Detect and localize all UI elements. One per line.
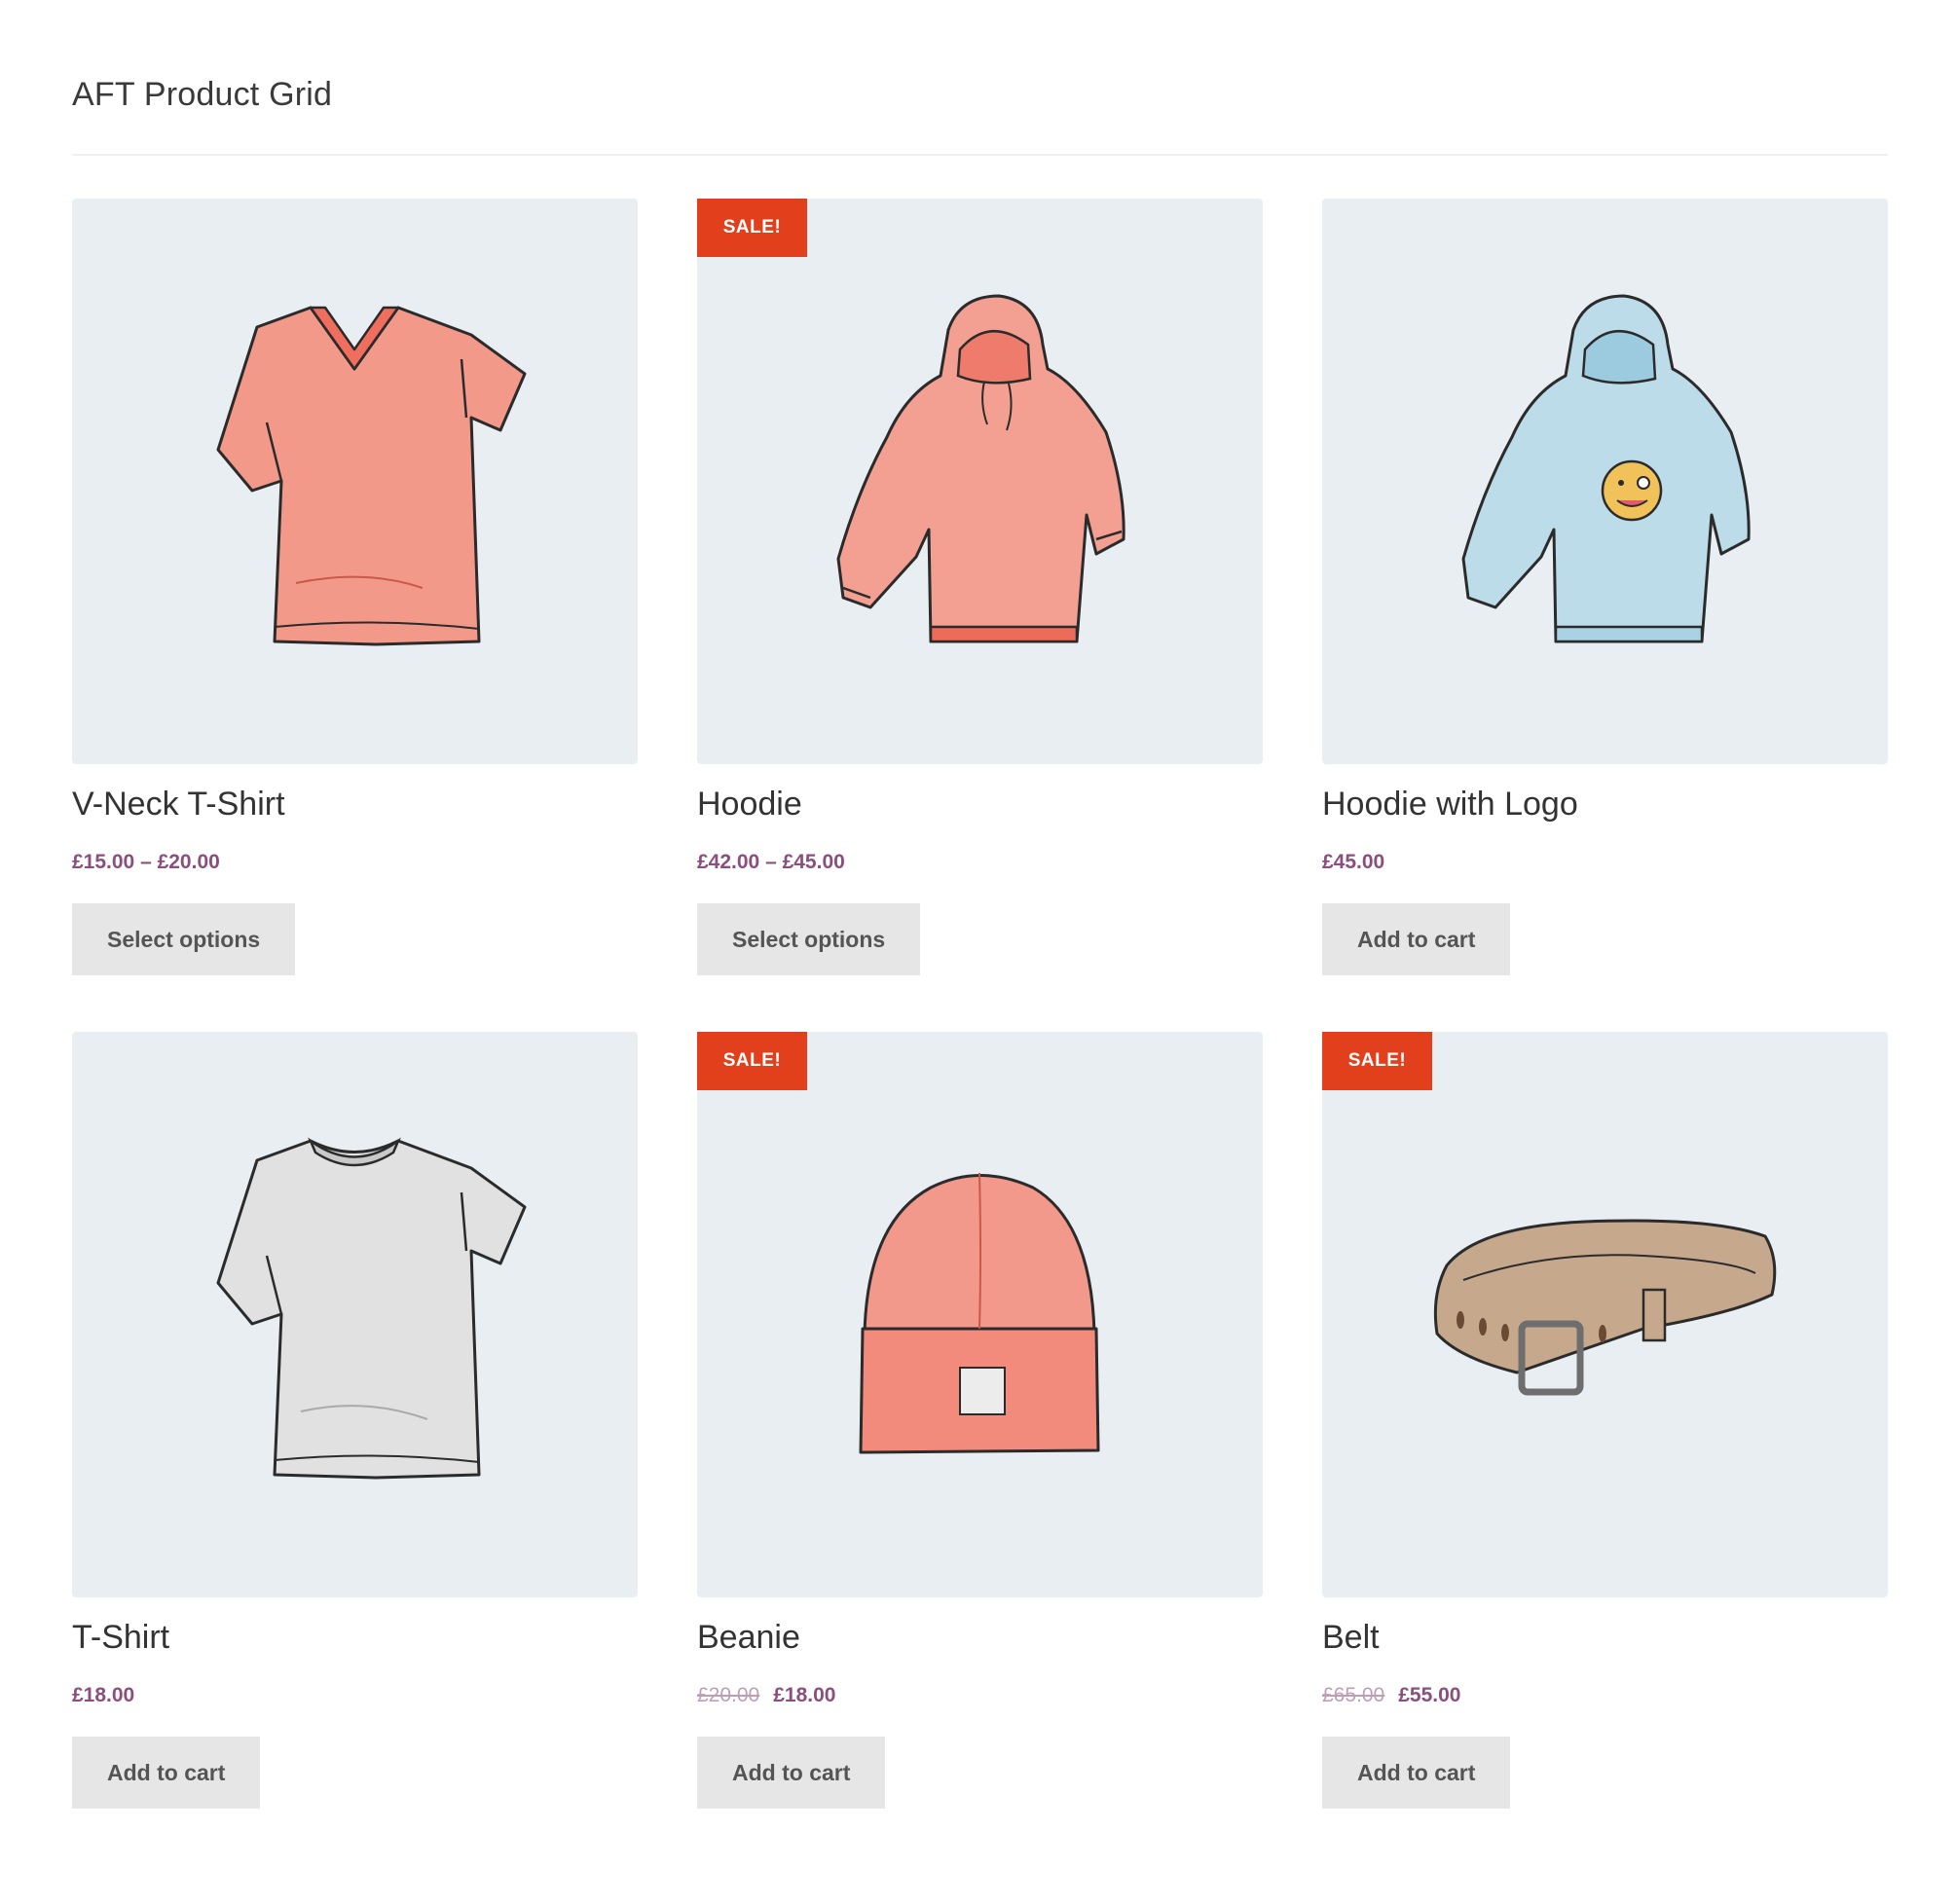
- add-to-cart-button[interactable]: Add to cart: [1322, 1737, 1511, 1809]
- belt-icon: [1433, 1219, 1777, 1396]
- beanie-icon: [859, 1172, 1100, 1454]
- product-image[interactable]: [697, 199, 1263, 764]
- product-name[interactable]: Hoodie with Logo: [1322, 786, 1578, 824]
- product-price: £15.00 – £20.00: [72, 851, 220, 874]
- product-name[interactable]: Hoodie: [697, 786, 802, 824]
- select-options-button[interactable]: Select options: [72, 903, 296, 975]
- product-card: T-Shirt £18.00 Add to cart: [72, 1032, 638, 1809]
- add-to-cart-button[interactable]: Add to cart: [72, 1737, 261, 1809]
- product-name[interactable]: V-Neck T-Shirt: [72, 786, 285, 824]
- product-price: £65.00 £55.00: [1322, 1684, 1460, 1707]
- product-name[interactable]: T-Shirt: [72, 1619, 169, 1657]
- product-image[interactable]: [1322, 199, 1888, 764]
- product-grid: V-Neck T-Shirt £15.00 – £20.00 Select op…: [72, 199, 1888, 1809]
- product-price: £42.00 – £45.00: [697, 851, 845, 874]
- product-card: SALE! Hoodie £42.00 – £45.00 Select opti…: [697, 199, 1263, 975]
- product-name[interactable]: Beanie: [697, 1619, 800, 1657]
- product-card: V-Neck T-Shirt £15.00 – £20.00 Select op…: [72, 199, 638, 975]
- tshirt-icon: [216, 1137, 527, 1480]
- vneck-tshirt-icon: [216, 306, 527, 646]
- price-current: £45.00: [1322, 851, 1385, 873]
- hoodie-logo-icon: [1461, 294, 1751, 643]
- sale-badge: SALE!: [697, 199, 807, 257]
- product-card: SALE! Belt £65.00 £55.00 Add to cart: [1322, 1032, 1888, 1809]
- product-image[interactable]: [72, 199, 638, 764]
- sale-badge: SALE!: [697, 1032, 807, 1090]
- product-image[interactable]: [72, 1032, 638, 1597]
- hoodie-icon: [836, 294, 1125, 643]
- product-price: £45.00: [1322, 851, 1384, 874]
- select-options-button[interactable]: Select options: [697, 903, 921, 975]
- price-current: £55.00: [1398, 1684, 1461, 1706]
- price-original: £20.00: [697, 1684, 760, 1706]
- title-divider: [72, 154, 1888, 156]
- price-original: £65.00: [1322, 1684, 1385, 1706]
- sale-badge: SALE!: [1322, 1032, 1432, 1090]
- add-to-cart-button[interactable]: Add to cart: [697, 1737, 886, 1809]
- price-current: £18.00: [773, 1684, 836, 1706]
- price-current: £15.00 – £20.00: [72, 851, 220, 873]
- product-price: £18.00: [72, 1684, 134, 1707]
- product-card: SALE! Beanie £20.00 £18.00 Add to cart: [697, 1032, 1263, 1809]
- product-card: Hoodie with Logo £45.00 Add to cart: [1322, 199, 1888, 975]
- price-current: £18.00: [72, 1684, 135, 1706]
- page-title: AFT Product Grid: [72, 76, 333, 113]
- product-image[interactable]: [697, 1032, 1263, 1597]
- product-name[interactable]: Belt: [1322, 1619, 1380, 1657]
- product-price: £20.00 £18.00: [697, 1684, 835, 1707]
- product-image[interactable]: [1322, 1032, 1888, 1597]
- price-current: £42.00 – £45.00: [697, 851, 845, 873]
- add-to-cart-button[interactable]: Add to cart: [1322, 903, 1511, 975]
